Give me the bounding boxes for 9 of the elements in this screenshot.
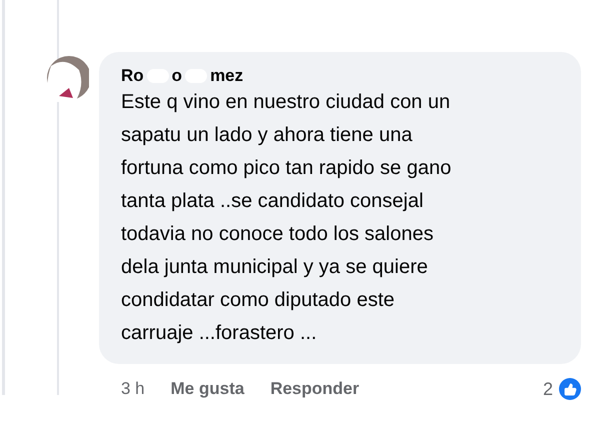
reaction-count[interactable]: 2	[542, 378, 553, 400]
comment-action-link[interactable]: Me gusta	[170, 379, 244, 399]
author-name[interactable]: mez	[210, 66, 244, 86]
author-name[interactable]: Ro	[121, 66, 144, 86]
like-icon	[559, 378, 581, 400]
comment-action-link[interactable]: Responder	[270, 379, 360, 399]
comment-text: Este q vino en nuestro ciudad con un sapatu un lado y ahora tiene una fortuna como pico tan rapido se gano tanta plata ..se candidato consejal todavia no conoce todo los salones dela junta municipal y ya se quiere condidatar como diputado este carruaje ...forastero ...	[121, 90, 452, 346]
author-name[interactable]: o	[172, 66, 182, 86]
comment-time[interactable]: 3 h	[121, 379, 145, 399]
